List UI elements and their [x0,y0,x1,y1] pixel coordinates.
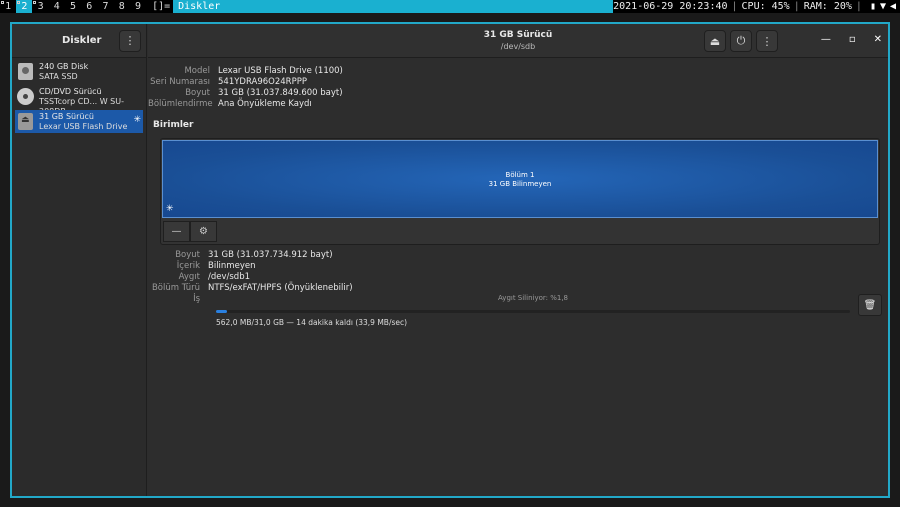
kebab-menu-icon: ⋮ [761,34,773,48]
workspace-8[interactable]: 8 [114,0,130,13]
info-label: Aygıt [178,272,200,282]
close-icon[interactable]: ✕ [874,34,882,45]
info-value: Lexar USB Flash Drive (1100) [218,66,343,76]
volume-map: Bölüm 1 31 GB Bilinmeyen ✳ — ⚙ [160,138,880,245]
info-label: Boyut [175,250,200,260]
header-bar: 31 GB Sürücü /dev/sdb ⏏ ⏻ ⋮ — ▫ ✕ [148,24,888,58]
cancel-job-button[interactable]: 🗑 [858,294,882,316]
info-value: 31 GB (31.037.849.600 bayt) [218,88,343,98]
volume-icon[interactable]: ◀ [890,0,896,13]
drive-info: Model Lexar USB Flash Drive (1100) Seri N… [148,66,343,110]
workspace-6[interactable]: 6 [81,0,97,13]
progress-fill [216,310,228,313]
workspace-1[interactable]: 1 [0,0,16,13]
job-label: Aygıt Siliniyor: %1,8 [497,294,569,302]
device-name: CD/DVD Sürücü [39,87,102,96]
info-label: Seri Numarası [150,77,210,87]
info-label: İş [193,294,200,304]
volume-toolbar: — ⚙ [163,221,217,242]
optical-drive-icon [17,88,34,105]
device-sub: Lexar USB Flash Drive [39,122,128,131]
info-value: Ana Önyükleme Kaydı [218,99,312,109]
volumes-heading: Birimler [153,120,194,130]
info-value: NTFS/exFAT/HPFS (Önyüklenebilir) [208,283,353,293]
info-label: İçerik [176,261,200,271]
sidebar: Diskler ⋮ 240 GB Disk SATA SSD CD/DVD Sü… [12,24,147,496]
busy-spinner-icon: ✳ [166,204,174,214]
info-label: Bölüm Türü [151,283,200,293]
info-value: 31 GB (31.037.734.912 bayt) [208,250,333,260]
minimize-icon[interactable]: — [821,34,831,45]
power-icon: ⏻ [736,34,746,47]
gears-icon: ⚙ [199,226,208,237]
device-sub: SATA SSD [39,72,78,81]
system-tray: ▮ ▼ ◀ [870,0,900,13]
status-text: 2021-06-29 20:23:40 | CPU: 45% | RAM: 20% | [613,1,862,12]
usb-drive-icon [18,113,33,130]
workspace-2[interactable]: 2 [16,0,33,13]
progress-track [216,310,850,313]
cpu-usage: CPU: 45% [741,1,790,12]
device-name: 240 GB Disk [39,62,89,71]
disks-window: Diskler ⋮ 240 GB Disk SATA SSD CD/DVD Sü… [10,22,890,498]
sidebar-title: Diskler [62,35,102,46]
minus-icon: — [171,226,182,237]
info-value: /dev/sdb1 [208,272,251,282]
layout-indicator[interactable]: []= [152,0,173,13]
sidebar-item-usb[interactable]: 31 GB Sürücü Lexar USB Flash Drive ✳ [15,110,143,133]
battery-icon[interactable]: ▮ [870,0,876,13]
job-progress: Aygıt Siliniyor: %1,8 562,0 MB/31,0 GB —… [216,294,850,327]
sidebar-header: Diskler ⋮ [12,24,146,58]
partition-options-button[interactable]: ⚙ [190,221,217,242]
busy-spinner-icon: ✳ [133,115,141,125]
device-name: 31 GB Sürücü [39,112,94,121]
focused-window-title: Diskler [173,0,614,13]
datetime: 2021-06-29 20:23:40 [613,1,728,12]
ram-usage: RAM: 20% [803,1,852,12]
power-off-button[interactable]: ⏻ [730,30,752,52]
job-status: 562,0 MB/31,0 GB — 14 dakika kaldı (33,9… [216,318,408,327]
top-bar: 1 2 3 4 5 6 7 8 9 []= Diskler 2021-06-29… [0,0,900,13]
hard-disk-icon [18,63,33,80]
partition-name: Bölüm 1 [505,171,535,179]
wifi-icon[interactable]: ▼ [880,0,886,13]
info-label: Model [184,66,210,76]
info-label: Boyut [185,88,210,98]
eject-icon: ⏏ [709,34,721,48]
info-value: 541YDRA96O24RPPP [218,77,307,87]
workspace-5[interactable]: 5 [65,0,81,13]
drive-menu-button[interactable]: ⋮ [756,30,778,52]
workspace-7[interactable]: 7 [97,0,113,13]
partition-block[interactable]: Bölüm 1 31 GB Bilinmeyen ✳ [162,140,878,218]
workspace-4[interactable]: 4 [49,0,65,13]
info-label: Bölümlendirme [148,99,213,109]
workspace-9[interactable]: 9 [130,0,146,13]
main-pane: 31 GB Sürücü /dev/sdb ⏏ ⏻ ⋮ — ▫ ✕ Model L… [148,24,888,496]
sidebar-item-ssd[interactable]: 240 GB Disk SATA SSD [15,60,143,83]
kebab-menu-icon: ⋮ [124,34,136,47]
sidebar-item-cdrom[interactable]: CD/DVD Sürücü TSSTcorp CD... W SU-208DB [15,85,143,116]
app-menu-button[interactable]: ⋮ [119,29,141,52]
delete-partition-button[interactable]: — [163,221,190,242]
partition-desc: 31 GB Bilinmeyen [488,180,552,188]
info-value: Bilinmeyen [208,261,256,271]
workspace-3[interactable]: 3 [32,0,48,13]
maximize-icon[interactable]: ▫ [849,34,856,45]
trash-icon: 🗑 [863,299,877,311]
eject-button[interactable]: ⏏ [704,30,726,52]
